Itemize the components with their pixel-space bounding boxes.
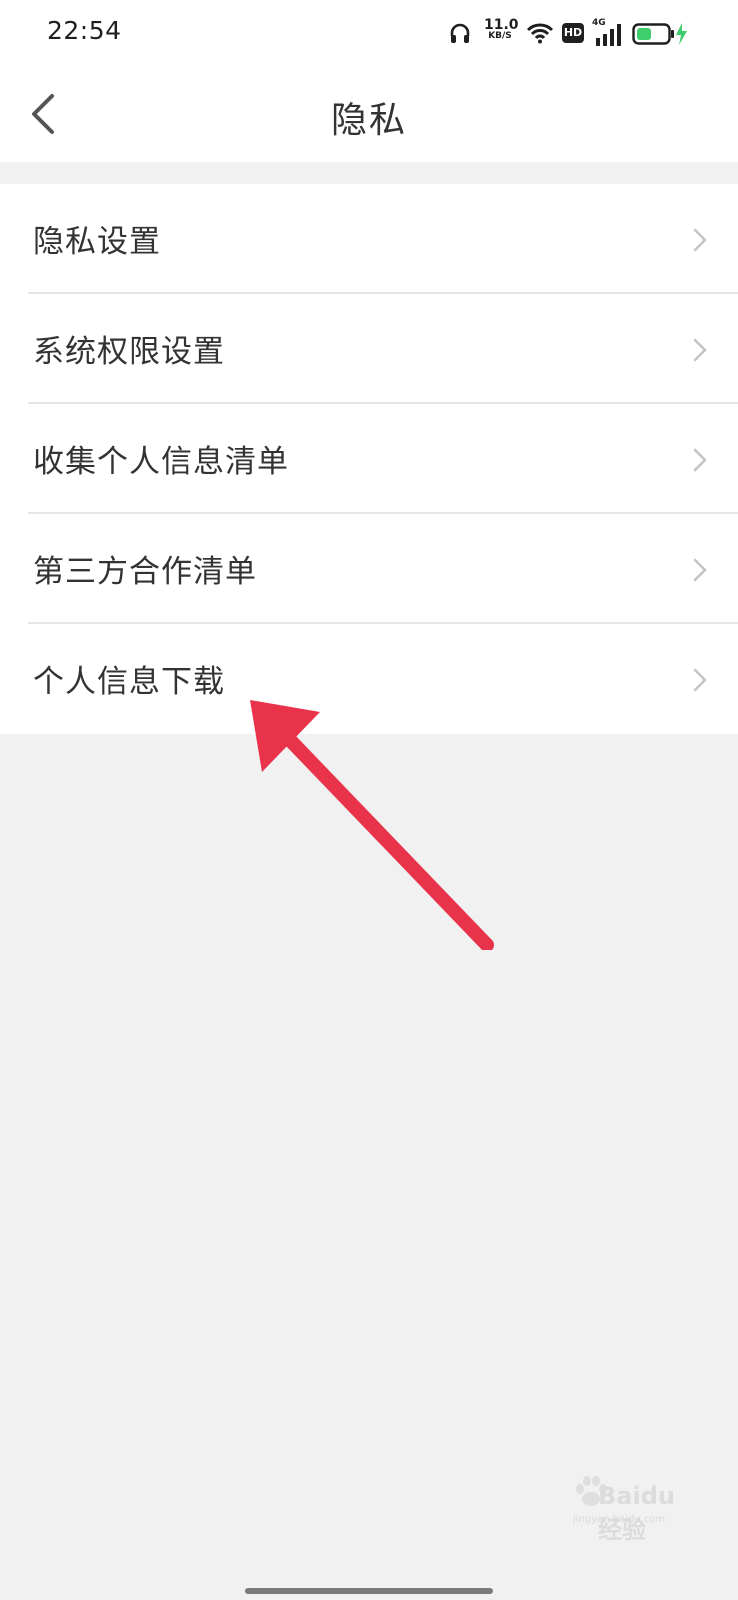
status-time: 22:54 <box>47 16 122 45</box>
menu-item-privacy-settings[interactable]: 隐私设置 <box>0 184 738 294</box>
status-bar: 22:54 11.0 KB/S HD 4G <box>0 0 738 66</box>
menu-item-system-permissions[interactable]: 系统权限设置 <box>0 294 738 404</box>
signal-icon <box>596 24 621 46</box>
hd-badge: HD <box>562 23 584 43</box>
watermark: Baidu经验 jingyan.baidu.com <box>518 1468 698 1544</box>
menu-item-label: 隐私设置 <box>33 224 161 260</box>
navigation-header: 隐私 <box>0 66 738 162</box>
watermark-subtext: jingyan.baidu.com <box>573 1514 666 1525</box>
headphones-icon <box>450 23 470 43</box>
menu-item-label: 系统权限设置 <box>33 334 225 370</box>
page-title: 隐私 <box>330 100 407 141</box>
menu-item-label: 收集个人信息清单 <box>33 444 289 480</box>
menu-item-third-party-list[interactable]: 第三方合作清单 <box>0 514 738 624</box>
annotation-arrow-icon <box>250 700 494 950</box>
wifi-icon <box>526 23 554 44</box>
menu-item-label: 第三方合作清单 <box>33 554 257 590</box>
network-speed-unit: KB/S <box>488 31 512 41</box>
battery-charging-icon <box>632 23 687 45</box>
menu-item-label: 个人信息下载 <box>33 664 225 700</box>
chevron-right-icon <box>693 448 707 472</box>
home-indicator[interactable] <box>245 1588 493 1594</box>
chevron-right-icon <box>693 668 707 692</box>
menu-item-personal-info-collection[interactable]: 收集个人信息清单 <box>0 404 738 514</box>
network-speed-value: 11.0 <box>484 17 519 33</box>
chevron-right-icon <box>693 338 707 362</box>
privacy-menu-list: 隐私设置 系统权限设置 收集个人信息清单 第三方合作清单 个人信息下载 <box>0 184 738 734</box>
network-speed: 11.0 KB/S <box>484 17 519 41</box>
chevron-right-icon <box>693 228 707 252</box>
chevron-right-icon <box>693 558 707 582</box>
status-icons: 11.0 KB/S HD 4G <box>448 16 688 50</box>
